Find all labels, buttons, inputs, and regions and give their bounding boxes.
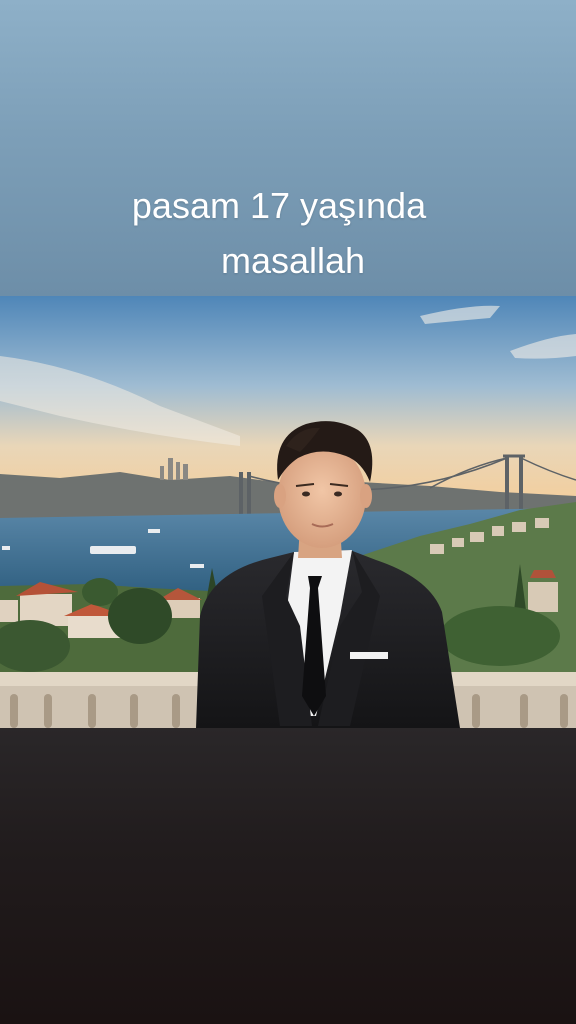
istanbul-portrait-image: [0, 296, 576, 728]
caption-line-1: pasam 17 yaşında: [131, 185, 427, 226]
story-bottom-background: [0, 728, 576, 1024]
story-caption: pasam 17 yaşında masallah: [0, 178, 576, 288]
caption-line-2: masallah: [220, 240, 366, 281]
story-photo: [0, 296, 576, 728]
